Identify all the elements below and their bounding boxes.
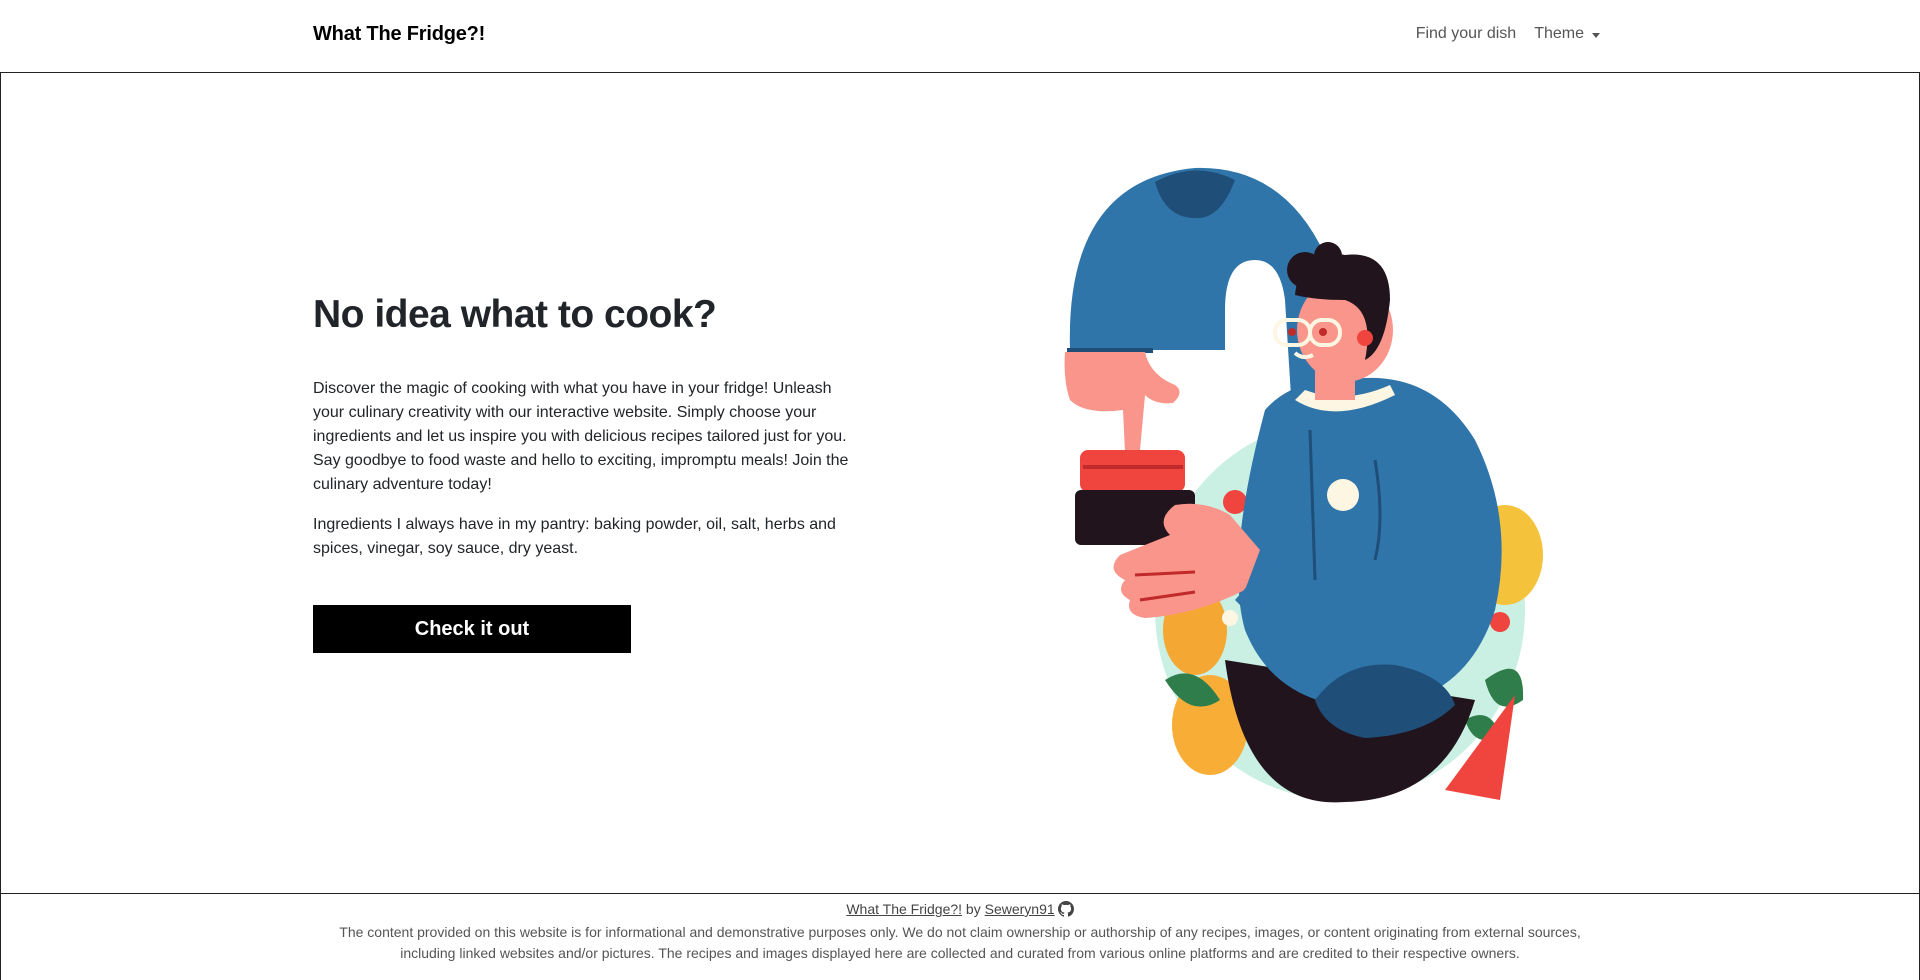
theme-dropdown-label: Theme <box>1534 25 1584 42</box>
hero-section: No idea what to cook? Discover the magic… <box>313 292 853 561</box>
hero-title: No idea what to cook? <box>313 293 717 336</box>
footer-app-link[interactable]: What The Fridge?! <box>846 901 962 917</box>
pantry-note: Ingredients I always have in my pantry: … <box>313 515 836 557</box>
footer-disclaimer: The content provided on this website is … <box>339 924 1581 961</box>
chef-illustration <box>1064 167 1543 803</box>
find-your-dish-link[interactable]: Find your dish <box>1416 25 1517 43</box>
chevron-down-icon <box>1592 32 1600 38</box>
check-it-out-button[interactable]: Check it out <box>313 605 631 653</box>
footer-author-link[interactable]: Seweryn91 <box>985 901 1055 917</box>
brand-link[interactable]: What The Fridge?! <box>313 23 485 46</box>
theme-dropdown[interactable]: Theme <box>1534 25 1600 43</box>
browser-frame <box>0 0 1920 980</box>
hero-description: Discover the magic of cooking with what … <box>313 379 849 493</box>
footer: What The Fridge?! by Seweryn91 The conte… <box>0 893 1920 980</box>
footer-credits: What The Fridge?! by Seweryn91 <box>0 899 1920 919</box>
navbar: What The Fridge?! Find your dish Theme <box>0 0 1920 73</box>
footer-by-text: by <box>965 901 981 917</box>
nav-links: Find your dish Theme <box>1416 25 1600 43</box>
github-icon[interactable] <box>1057 901 1074 917</box>
